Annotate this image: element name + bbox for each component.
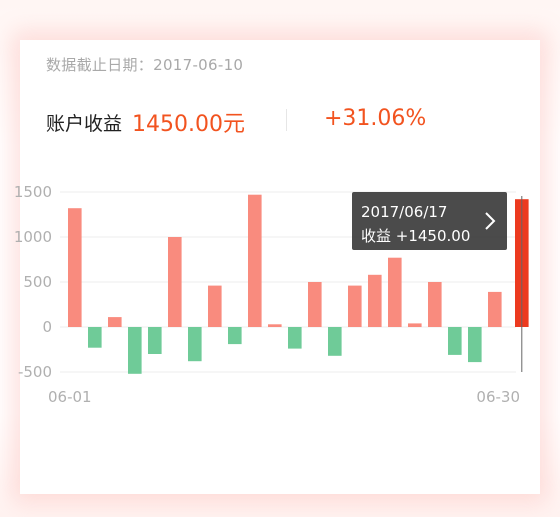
- bar[interactable]: [468, 327, 482, 363]
- y-tick-label: 1000: [14, 228, 52, 246]
- bar[interactable]: [148, 327, 162, 354]
- bar[interactable]: [308, 282, 322, 327]
- bar-tooltip[interactable]: 2017/06/17 收益 +1450.00: [352, 192, 507, 250]
- x-tick-label: 06-30: [476, 388, 520, 406]
- bar[interactable]: [488, 291, 502, 327]
- tooltip-date: 2017/06/17: [361, 203, 448, 221]
- bar[interactable]: [288, 327, 302, 349]
- bar[interactable]: [228, 327, 242, 345]
- bar[interactable]: [388, 257, 402, 327]
- page-background: 数据截止日期：2017-06-10 账户收益 1450.00元 +31.06% …: [0, 0, 560, 517]
- bar[interactable]: [108, 317, 122, 327]
- y-tick-label: -500: [18, 363, 52, 381]
- x-tick-label: 06-01: [48, 388, 92, 406]
- bar[interactable]: [248, 194, 262, 327]
- bar[interactable]: [328, 327, 342, 356]
- bar[interactable]: [368, 274, 382, 327]
- bar[interactable]: [408, 323, 422, 327]
- bar[interactable]: [188, 327, 202, 362]
- bar[interactable]: [448, 327, 462, 355]
- bar[interactable]: [128, 327, 142, 374]
- bar[interactable]: [68, 208, 82, 327]
- daily-earnings-bar-chart[interactable]: 1500 1000 500 0 -500 06-01 06-30: [0, 0, 560, 517]
- y-tick-label: 1500: [14, 183, 52, 201]
- chevron-right-icon[interactable]: [482, 211, 498, 231]
- y-tick-label: 0: [42, 318, 52, 336]
- bar[interactable]: [208, 285, 222, 327]
- bar[interactable]: [348, 285, 362, 327]
- bar[interactable]: [268, 324, 282, 327]
- bar[interactable]: [88, 327, 102, 348]
- bar[interactable]: [428, 282, 442, 327]
- bar[interactable]: [168, 237, 182, 327]
- tooltip-value: 收益 +1450.00: [361, 227, 471, 245]
- y-tick-label: 500: [23, 273, 52, 291]
